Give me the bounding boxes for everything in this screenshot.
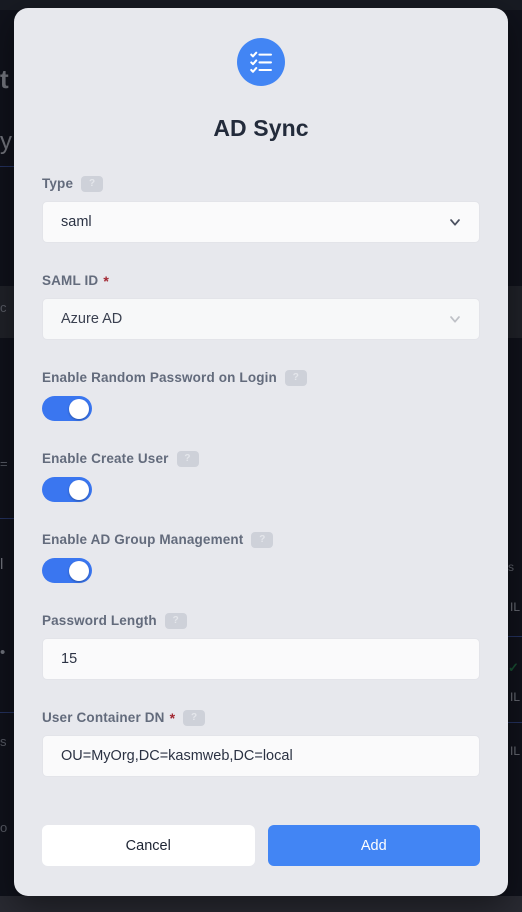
field-password-length: Password Length ? 15 [42, 613, 480, 680]
toggle-enable-create-user[interactable] [42, 477, 92, 502]
label-text: Type [42, 176, 74, 191]
field-type: Type ? saml [42, 176, 480, 243]
chevron-down-icon [447, 311, 463, 327]
help-icon[interactable]: ? [81, 176, 104, 192]
ad-sync-modal: AD Sync Type ? saml SAML ID * Azure AD E… [14, 8, 508, 896]
page-title: AD Sync [213, 115, 309, 141]
password-length-input[interactable]: 15 [42, 638, 480, 680]
saml-id-select[interactable]: Azure AD [42, 298, 480, 340]
toggle-enable-random-password[interactable] [42, 396, 92, 421]
label-text: Enable Create User [42, 451, 169, 466]
add-button[interactable]: Add [267, 825, 480, 866]
type-select-value: saml [61, 214, 92, 230]
required-indicator: * [103, 273, 109, 289]
label-text: Password Length [42, 613, 157, 628]
checklist-icon [237, 38, 285, 86]
help-icon[interactable]: ? [176, 451, 199, 467]
help-icon[interactable]: ? [183, 710, 206, 726]
help-icon[interactable]: ? [251, 532, 274, 548]
field-saml-id: SAML ID * Azure AD [42, 273, 480, 340]
field-label-enable-create-user: Enable Create User ? [42, 451, 480, 467]
field-label-password-length: Password Length ? [42, 613, 480, 629]
field-enable-random-password: Enable Random Password on Login ? [42, 370, 480, 421]
field-enable-create-user: Enable Create User ? [42, 451, 480, 502]
user-container-dn-value: OU=MyOrg,DC=kasmweb,DC=local [61, 748, 293, 764]
modal-footer: Cancel Add [14, 809, 508, 896]
toggle-knob [69, 479, 89, 500]
field-enable-ad-group-management: Enable AD Group Management ? [42, 532, 480, 583]
user-container-dn-input[interactable]: OU=MyOrg,DC=kasmweb,DC=local [42, 735, 480, 777]
type-select[interactable]: saml [42, 201, 480, 243]
field-label-saml-id: SAML ID * [42, 273, 480, 289]
modal-header: AD Sync [42, 34, 480, 142]
field-label-enable-ad-group-management: Enable AD Group Management ? [42, 532, 480, 548]
toggle-enable-ad-group-management[interactable] [42, 558, 92, 583]
help-icon[interactable]: ? [164, 613, 187, 629]
field-label-type: Type ? [42, 176, 480, 192]
modal-body: AD Sync Type ? saml SAML ID * Azure AD E… [14, 8, 508, 809]
help-icon[interactable]: ? [284, 370, 307, 386]
field-user-container-dn: User Container DN * ? OU=MyOrg,DC=kasmwe… [42, 710, 480, 777]
saml-id-select-value: Azure AD [61, 311, 123, 327]
label-text: Enable Random Password on Login [42, 370, 277, 385]
label-text: SAML ID [42, 273, 99, 288]
toggle-knob [69, 560, 89, 581]
chevron-down-icon [447, 214, 463, 230]
field-label-enable-random-password: Enable Random Password on Login ? [42, 370, 480, 386]
label-text: User Container DN [42, 710, 165, 725]
label-text: Enable AD Group Management [42, 532, 244, 547]
field-label-user-container-dn: User Container DN * ? [42, 710, 480, 726]
required-indicator: * [169, 710, 176, 726]
toggle-knob [69, 398, 89, 419]
cancel-button[interactable]: Cancel [42, 825, 255, 866]
password-length-value: 15 [61, 651, 78, 667]
